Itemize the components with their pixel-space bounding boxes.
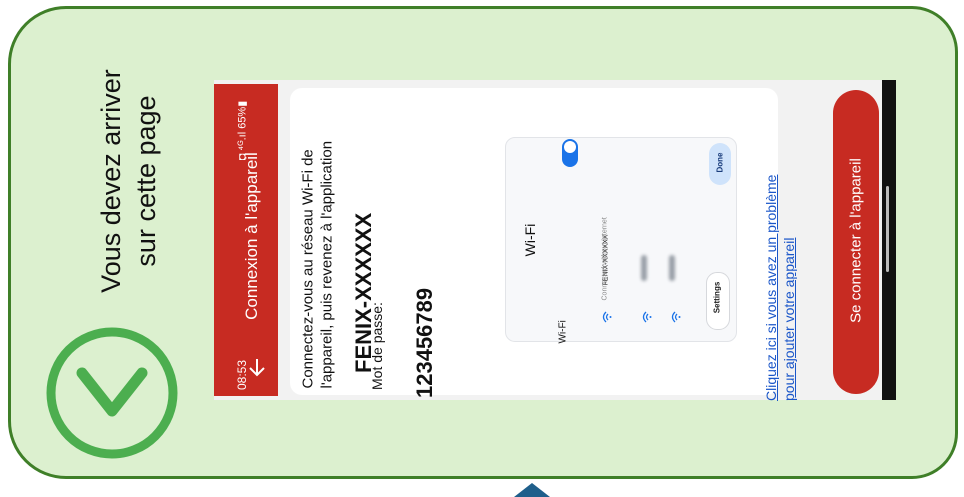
home-indicator[interactable] — [886, 186, 889, 272]
wifi-settings-label: Settings — [712, 281, 722, 314]
wifi-done-label: Done — [715, 152, 725, 173]
blurred-network-name — [669, 255, 675, 281]
content-line-2: l'appareil, puis revenez à l'application — [318, 140, 336, 389]
blurred-network-name — [641, 255, 647, 281]
wifi-toggle-icon[interactable] — [562, 139, 578, 167]
wifi-signal-icon — [602, 311, 612, 323]
wifi-network-status: Connected without internet — [601, 217, 609, 301]
connect-button-label: Se connecter à l'appareil — [847, 158, 865, 323]
app-bar: 08:53 ◘ ⁴ᴳ.ıl 65%▮ Connexion à l'apparei… — [214, 84, 278, 396]
password-label: Mot de passe: — [369, 302, 385, 390]
check-circle-icon — [46, 327, 178, 459]
wifi-signal-icon — [642, 311, 652, 323]
wifi-row-label: Wi-Fi — [557, 320, 569, 344]
help-link-line-2[interactable]: pour ajouter votre appareil — [781, 101, 797, 401]
wifi-settings-preview — [505, 137, 737, 342]
help-link-line-1[interactable]: Cliquez ici si vous avez un problème — [763, 101, 779, 401]
password-value: 123456789 — [412, 287, 437, 398]
back-arrow-icon[interactable] — [246, 356, 268, 378]
content-line-1: Connectez-vous au réseau Wi-Fi de — [299, 149, 317, 389]
wifi-panel-title: Wi-Fi — [522, 223, 538, 257]
phone-edge — [882, 80, 896, 400]
instruction-line-1: Vous devez arriver — [96, 69, 126, 293]
instruction-text: Vous devez arriver sur cette page — [88, 40, 170, 322]
app-bar-title: Connexion à l'appareil — [242, 152, 261, 320]
arrow-up-icon — [514, 483, 550, 497]
instruction-line-2: sur cette page — [131, 95, 161, 267]
wifi-signal-icon — [671, 311, 681, 323]
